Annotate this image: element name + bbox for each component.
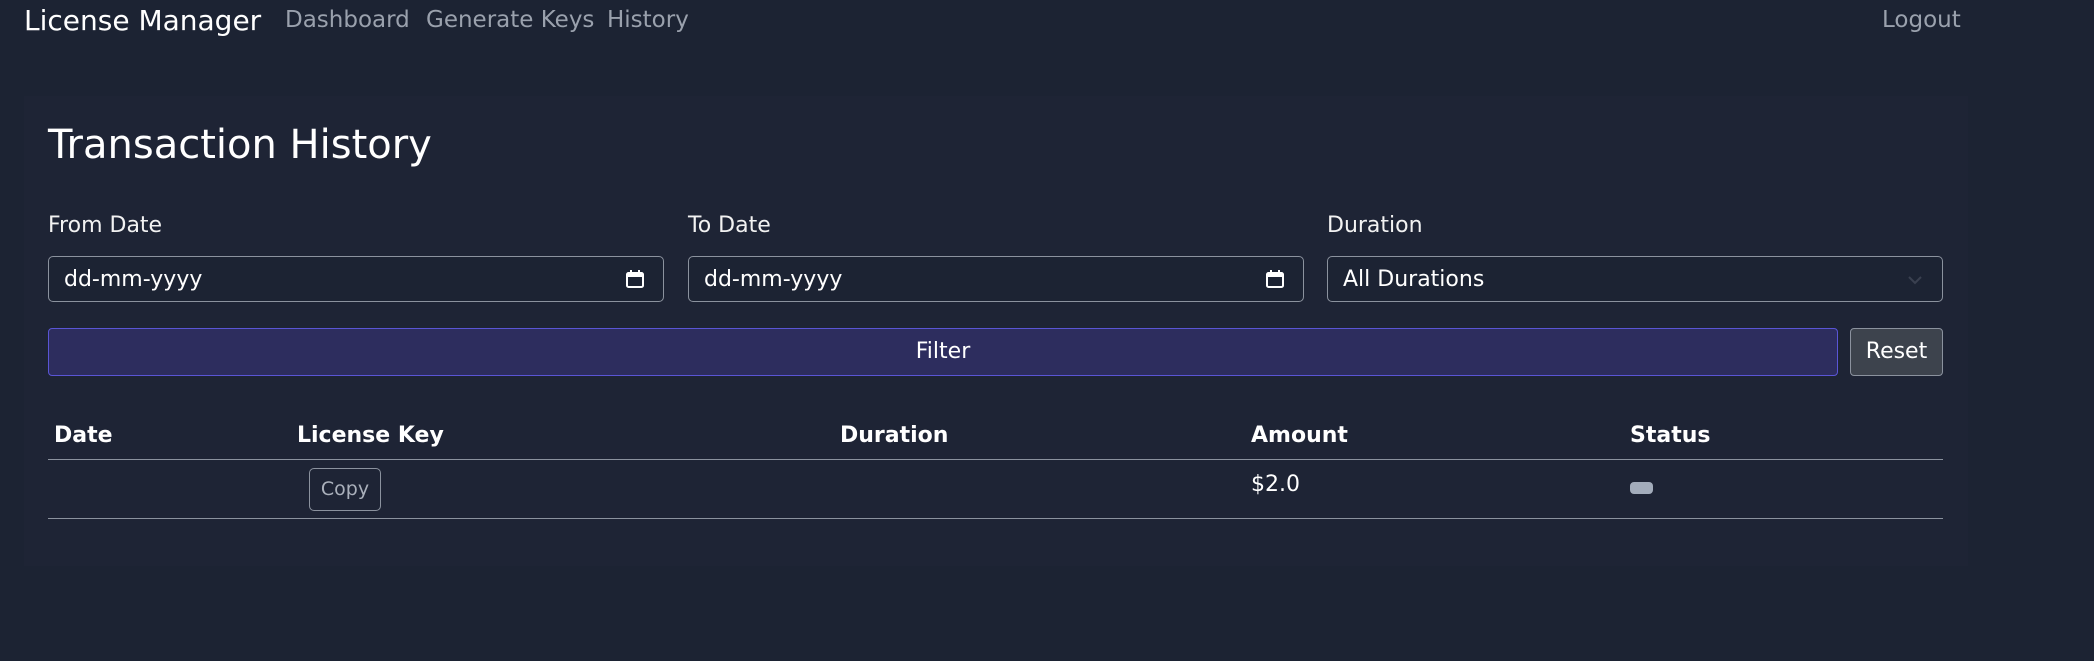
chevron-down-icon	[1908, 276, 1922, 285]
brand-logo[interactable]: License Manager	[24, 4, 261, 37]
to-date-input[interactable]: dd-mm-yyyy	[688, 256, 1304, 302]
page-title: Transaction History	[48, 122, 432, 168]
nav-link-history[interactable]: History	[607, 7, 689, 33]
calendar-icon[interactable]	[625, 269, 645, 289]
nav-link-generate-keys[interactable]: Generate Keys	[426, 7, 594, 33]
from-date-value: dd-mm-yyyy	[64, 267, 203, 292]
reset-button[interactable]: Reset	[1850, 328, 1943, 376]
table-header-divider	[48, 459, 1943, 460]
duration-select[interactable]: All Durations	[1327, 256, 1943, 302]
duration-label: Duration	[1327, 213, 1423, 238]
to-date-value: dd-mm-yyyy	[704, 267, 843, 292]
copy-button[interactable]: Copy	[309, 468, 381, 511]
nav-link-dashboard[interactable]: Dashboard	[285, 7, 410, 33]
to-date-label: To Date	[688, 213, 771, 238]
row-amount: $2.0	[1251, 472, 1300, 497]
filter-button[interactable]: Filter	[48, 328, 1838, 376]
logout-link[interactable]: Logout	[1882, 7, 1961, 33]
calendar-icon[interactable]	[1265, 269, 1285, 289]
navbar: License Manager Dashboard Generate Keys …	[0, 0, 2094, 44]
column-header-date: Date	[54, 423, 113, 448]
status-badge	[1630, 482, 1653, 494]
column-header-license-key: License Key	[297, 423, 444, 448]
table-row-divider	[48, 518, 1943, 519]
from-date-label: From Date	[48, 213, 163, 238]
from-date-input[interactable]: dd-mm-yyyy	[48, 256, 664, 302]
column-header-duration: Duration	[840, 423, 949, 448]
column-header-amount: Amount	[1251, 423, 1348, 448]
column-header-status: Status	[1630, 423, 1711, 448]
duration-select-value: All Durations	[1343, 267, 1485, 292]
